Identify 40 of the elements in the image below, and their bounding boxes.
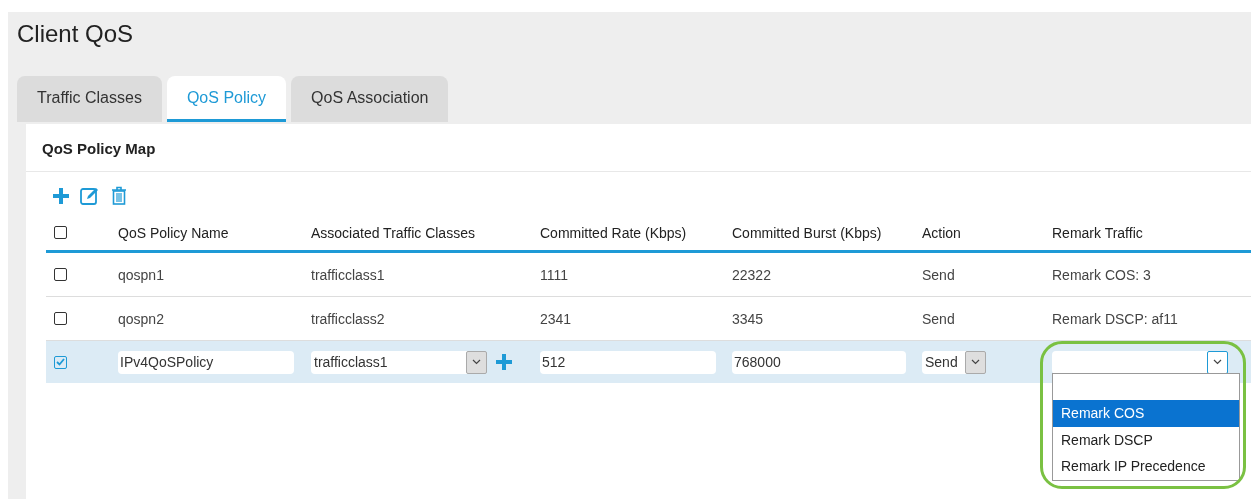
caret-icon: [1213, 359, 1222, 365]
checkbox[interactable]: [54, 268, 67, 281]
table-cell-text: Remark COS: 3: [1052, 266, 1152, 283]
section-title: QoS Policy Map: [26, 124, 1251, 172]
table-cell-text: qospn1: [118, 266, 165, 283]
table-cell-text: 22322: [732, 266, 772, 283]
table-cell-text: qospn2: [118, 310, 165, 327]
page-title: Client QoS: [16, 19, 135, 49]
caret-icon: [971, 359, 980, 365]
tab[interactable]: QoS Association: [291, 76, 449, 122]
column-header: Remark Traffic: [1052, 224, 1144, 241]
checkbox[interactable]: [54, 355, 67, 369]
table-cell-text: 1111: [540, 266, 570, 283]
name-input[interactable]: IPv4QoSPolicy: [118, 350, 294, 374]
column-header: Committed Burst (Kbps): [732, 224, 883, 241]
table-cell-text: trafficclass2: [311, 310, 386, 327]
table-cell-text: 2341: [540, 310, 573, 327]
column-header: QoS Policy Name: [118, 224, 230, 241]
table-cell-text: Remark DSCP: af11: [1052, 310, 1179, 327]
add-icon[interactable]: [495, 353, 513, 371]
column-header: Associated Traffic Classes: [311, 224, 476, 241]
column-header: Committed Rate (Kbps): [540, 224, 688, 241]
dropdown-option[interactable]: Remark COS: [1053, 400, 1239, 427]
add-icon[interactable]: [52, 186, 70, 205]
table-cell-text: trafficclass1: [311, 266, 386, 283]
table-cell-text: Send: [922, 310, 956, 327]
trash-icon[interactable]: [111, 186, 127, 205]
caret-icon: [472, 359, 481, 365]
edit-icon[interactable]: [80, 186, 101, 205]
checkbox[interactable]: [54, 226, 67, 239]
column-header: Action: [922, 224, 962, 241]
table-cell-text: Send: [922, 266, 956, 283]
traffic-class-select[interactable]: trafficclass1: [311, 350, 487, 374]
table-cell-text: 3345: [732, 310, 765, 327]
checkbox[interactable]: [54, 312, 67, 325]
remark-select[interactable]: [1052, 350, 1228, 374]
action-select[interactable]: Send: [922, 350, 986, 374]
burst-input[interactable]: 768000: [732, 350, 906, 374]
tab[interactable]: Traffic Classes: [17, 76, 162, 122]
rate-input[interactable]: 512: [540, 350, 716, 374]
